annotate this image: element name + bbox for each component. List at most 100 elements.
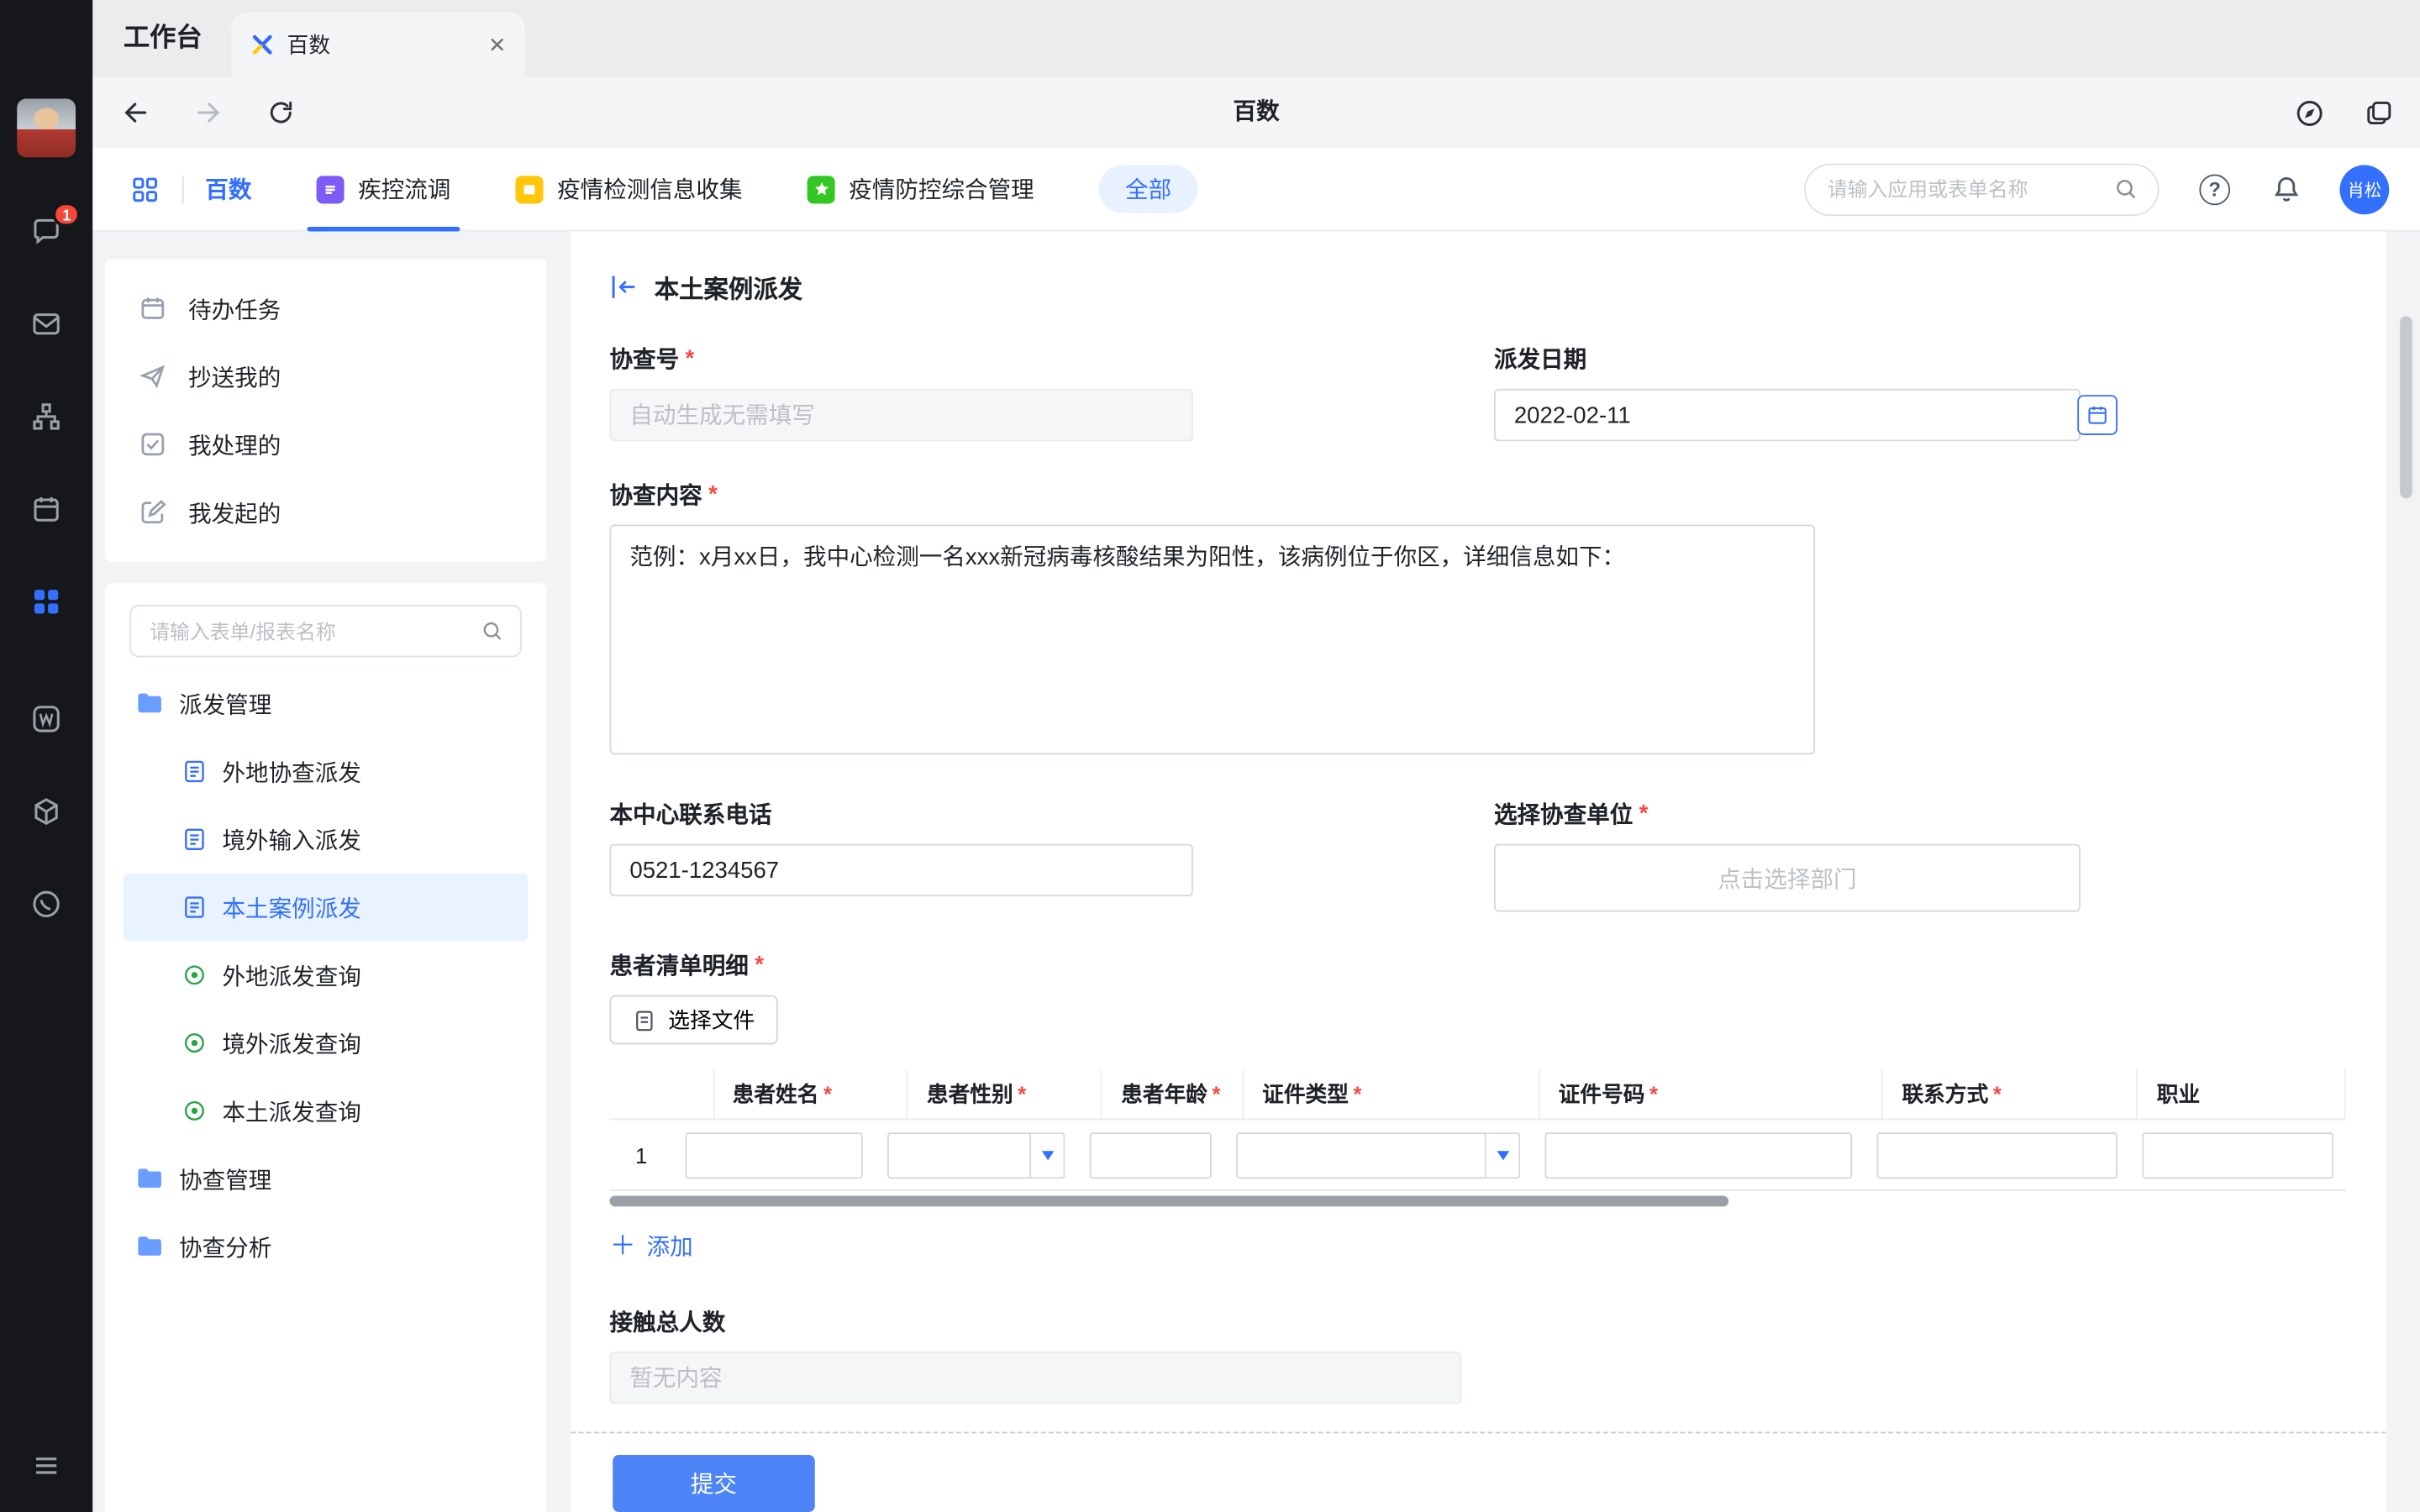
app-home-link[interactable]: 百数 [205, 173, 251, 206]
phone-icon [29, 887, 63, 921]
user-avatar[interactable]: 肖松 [2339, 165, 2389, 214]
chat-icon-button[interactable]: 1 [28, 213, 65, 249]
tree-folder-dispatch-mgmt[interactable]: 派发管理 [124, 669, 528, 738]
cert-no-input[interactable] [1545, 1131, 1853, 1178]
menu-item-handled[interactable]: 我处理的 [105, 411, 546, 479]
org-icon-button[interactable] [28, 398, 65, 435]
folder-open-icon [136, 690, 164, 717]
menu-label: 我发起的 [188, 496, 281, 529]
tree-folder-xiecha-analysis[interactable]: 协查分析 [124, 1213, 528, 1281]
browser-toolbar: 百数 [92, 77, 2420, 148]
tree-label: 外地派发查询 [222, 959, 360, 992]
page-v-scrollbar-thumb[interactable] [2400, 317, 2412, 499]
cert-type-input[interactable] [1236, 1131, 1486, 1178]
folder-icon [136, 1165, 164, 1193]
patient-age-input[interactable] [1090, 1131, 1212, 1178]
workspace-title: 工作台 [124, 0, 203, 77]
choose-file-label: 选择文件 [668, 1005, 755, 1036]
tree-label: 协查管理 [179, 1163, 271, 1195]
tree-folder-xiecha-mgmt[interactable]: 协查管理 [124, 1145, 528, 1213]
required-mark: * [1639, 801, 1649, 827]
tab-close-icon[interactable]: ✕ [488, 34, 507, 55]
tree-item-waidi-query[interactable]: 外地派发查询 [124, 941, 528, 1009]
baishu-logo-icon [250, 33, 275, 57]
job-input[interactable] [2142, 1131, 2333, 1178]
app-nav-bar: 百数 疾控流调 疫情检测信息收集 疫情防控综合管理 全部 [92, 148, 2420, 231]
tree-item-jingwai-shuru[interactable]: 境外输入派发 [124, 806, 528, 874]
scrollbar-thumb[interactable] [610, 1195, 1729, 1206]
mail-icon-button[interactable] [28, 306, 65, 343]
file-icon [633, 1008, 656, 1032]
search-icon [2112, 176, 2139, 202]
tab-all[interactable]: 全部 [1099, 165, 1198, 213]
tab-label: 疫情检测信息收集 [557, 173, 742, 206]
help-button[interactable]: ? [2199, 174, 2230, 205]
form-search-box[interactable] [129, 605, 522, 657]
menu-item-initiated[interactable]: 我发起的 [105, 478, 546, 546]
select-department-picker[interactable]: 点击选择部门 [1494, 844, 2081, 912]
add-row-link[interactable]: ＋ 添加 [610, 1230, 693, 1263]
app-search-box[interactable] [1804, 163, 2159, 215]
apps-grid-icon [29, 585, 63, 618]
cert-type-dropdown-button[interactable] [1486, 1131, 1520, 1178]
collapse-panel-icon[interactable] [610, 273, 638, 301]
mail-icon [29, 307, 63, 341]
app-grid-button[interactable] [129, 174, 160, 205]
docs-w-icon [29, 702, 63, 736]
date-picker-button[interactable] [2077, 395, 2118, 435]
org-tree-icon [29, 400, 63, 433]
submit-button[interactable]: 提交 [613, 1455, 815, 1512]
form-doc-icon [182, 759, 207, 784]
choose-file-button[interactable]: 选择文件 [610, 995, 778, 1045]
center-phone-input[interactable] [610, 844, 1193, 896]
form-search-input[interactable] [146, 618, 480, 644]
tab-disease-control[interactable]: 疾控流调 [317, 147, 451, 230]
patient-sex-input[interactable] [887, 1131, 1031, 1178]
total-contacts-input[interactable] [610, 1352, 1462, 1404]
check-box-icon [139, 430, 166, 458]
windows-button[interactable] [2363, 97, 2396, 129]
notifications-button[interactable] [2270, 173, 2303, 206]
phone-icon-button[interactable] [28, 885, 65, 922]
patient-name-input[interactable] [686, 1131, 863, 1178]
workbench-apps-button[interactable] [28, 583, 65, 620]
coop-content-textarea[interactable]: 范例：x月xx日，我中心检测一名xxx新冠病毒核酸结果为阳性，该病例位于你区，详… [610, 524, 1815, 754]
calendar-icon-button[interactable] [28, 491, 65, 528]
tree-item-jingwai-query[interactable]: 境外派发查询 [124, 1009, 528, 1077]
divider [182, 175, 184, 202]
coop-no-input[interactable] [610, 389, 1193, 441]
bell-icon [2270, 173, 2303, 206]
table-h-scrollbar[interactable] [610, 1195, 2346, 1208]
tab-epidemic-management[interactable]: 疫情防控综合管理 [808, 147, 1034, 230]
tree-item-bentu-query[interactable]: 本土派发查询 [124, 1077, 528, 1145]
field-label-dispatch-date: 派发日期 [1494, 343, 2081, 375]
explore-button[interactable] [2293, 97, 2326, 129]
menu-icon-button[interactable] [28, 1447, 65, 1484]
menu-item-cc-me[interactable]: 抄送我的 [105, 343, 546, 411]
dispatch-date-input[interactable] [1494, 389, 2081, 441]
tree-item-bentu-anli-selected[interactable]: 本土案例派发 [124, 874, 528, 942]
menu-label: 抄送我的 [188, 360, 281, 393]
app-search-input[interactable] [1824, 176, 2112, 202]
sex-dropdown-button[interactable] [1031, 1131, 1065, 1178]
tree-label: 协查分析 [179, 1231, 271, 1263]
unread-badge: 1 [53, 202, 80, 227]
form-title: 本土案例派发 [655, 269, 802, 306]
tree-label: 本土案例派发 [222, 891, 360, 924]
menu-item-todo[interactable]: 待办任务 [105, 275, 546, 343]
tree-label: 境外输入派发 [222, 823, 360, 856]
tab-epidemic-test-collect[interactable]: 疫情检测信息收集 [516, 147, 743, 230]
docs-icon-button[interactable] [28, 701, 65, 738]
cube-icon-button[interactable] [28, 793, 65, 830]
user-photo-avatar[interactable] [17, 99, 76, 158]
tree-item-waidi-xiecha[interactable]: 外地协查派发 [124, 738, 528, 806]
disease-control-app-icon [317, 175, 345, 202]
browser-tab-baishu[interactable]: 百数 ✕ [232, 13, 525, 77]
picker-placeholder: 点击选择部门 [1718, 862, 1856, 895]
contact-input[interactable] [1876, 1131, 2118, 1178]
caret-down-icon [1041, 1150, 1054, 1159]
edit-doc-icon [139, 498, 166, 526]
col-cert-type: 证件类型* [1244, 1069, 1540, 1119]
caret-down-icon [1497, 1150, 1509, 1159]
form-tree-panel: 派发管理 外地协查派发 境外输入派发 本土案例派发 [105, 583, 546, 1512]
